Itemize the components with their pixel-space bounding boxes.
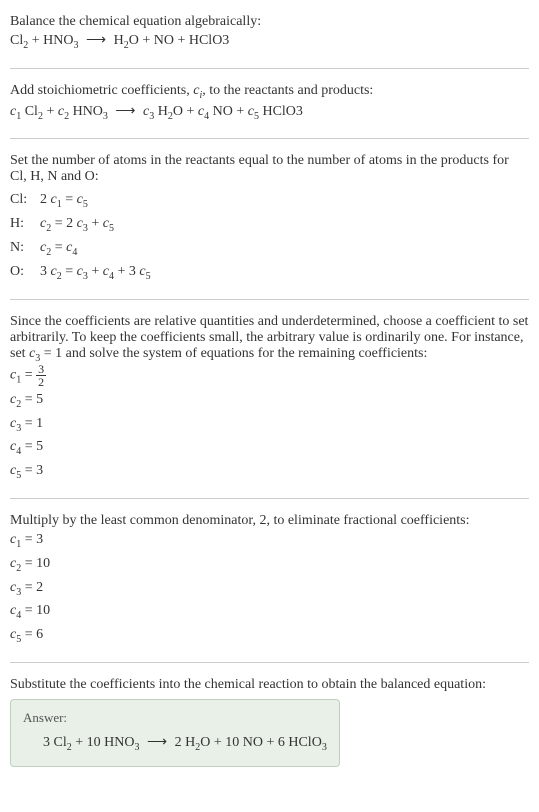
atom-row-cl: Cl: 2 c1 = c5 [10,189,529,213]
atom-row-n: N: c2 = c4 [10,237,529,261]
divider [10,138,529,139]
multiply-section: Multiply by the least common denominator… [10,507,529,654]
coeff-row: c4 = 10 [10,600,529,624]
atom-row-o: O: 3 c2 = c3 + c4 + 3 c5 [10,261,529,285]
coeff-row: c2 = 5 [10,389,529,413]
stoich-equation: c1 Cl2 + c2 HNO3 ⟶ c3 H2O + c4 NO + c5 H… [10,101,529,125]
coeff-row: c2 = 10 [10,553,529,577]
fraction: 32 [36,363,46,388]
atoms-intro: Set the number of atoms in the reactants… [10,153,529,185]
coeff-row: c4 = 5 [10,436,529,460]
divider [10,662,529,663]
unbalanced-equation: Cl2 + HNO3 ⟶ H2O + NO + HClO3 [10,30,529,54]
integer-coefficients: c1 = 3 c2 = 10 c3 = 2 c4 = 10 c5 = 6 [10,529,529,648]
coeff-row: c1 = 32 [10,363,529,389]
balanced-equation: 3 Cl2 + 10 HNO3 ⟶ 2 H2O + 10 NO + 6 HClO… [23,732,327,756]
coeff-row: c1 = 3 [10,529,529,553]
coeff-row: c5 = 6 [10,624,529,648]
atom-equations: Cl: 2 c1 = c5 H: c2 = 2 c3 + c5 N: c2 = … [10,189,529,284]
divider [10,299,529,300]
multiply-text: Multiply by the least common denominator… [10,513,529,529]
stoich-text: Add stoichiometric coefficients, ci, to … [10,83,529,101]
atom-row-h: H: c2 = 2 c3 + c5 [10,213,529,237]
coeff-row: c5 = 3 [10,460,529,484]
intro-text: Balance the chemical equation algebraica… [10,14,529,30]
underdetermined-text: Since the coefficients are relative quan… [10,314,529,364]
substitute-text: Substitute the coefficients into the che… [10,677,529,693]
divider [10,498,529,499]
intro-section: Balance the chemical equation algebraica… [10,8,529,60]
divider [10,68,529,69]
underdetermined-section: Since the coefficients are relative quan… [10,308,529,491]
stoich-section: Add stoichiometric coefficients, ci, to … [10,77,529,131]
answer-label: Answer: [23,710,327,726]
fractional-coefficients: c1 = 32 c2 = 5 c3 = 1 c4 = 5 c5 = 3 [10,363,529,484]
coeff-row: c3 = 1 [10,413,529,437]
atoms-section: Set the number of atoms in the reactants… [10,147,529,290]
coeff-row: c3 = 2 [10,577,529,601]
answer-box: Answer: 3 Cl2 + 10 HNO3 ⟶ 2 H2O + 10 NO … [10,699,340,767]
substitute-section: Substitute the coefficients into the che… [10,671,529,773]
